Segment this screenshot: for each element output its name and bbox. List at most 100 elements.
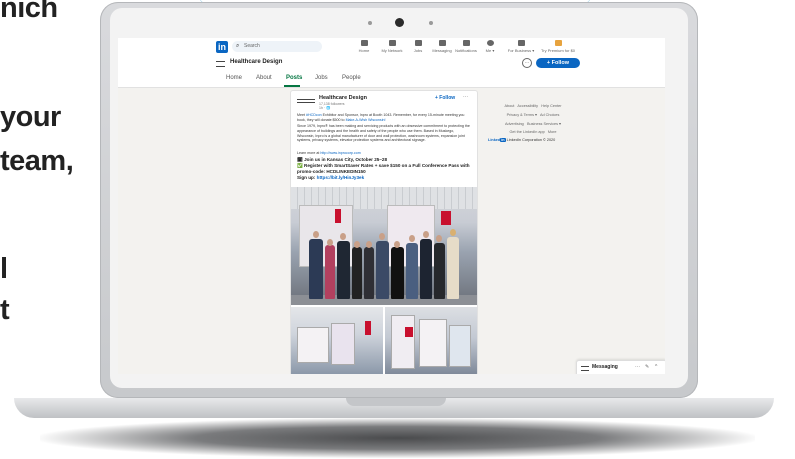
photo-person-head: [327, 239, 333, 246]
post-paragraph-1: Meet #HCDcon Exhibitor and Sponsor, Inpr…: [297, 113, 471, 123]
tab-home[interactable]: Home: [226, 75, 242, 81]
network-icon: [388, 40, 396, 46]
company-more-button[interactable]: ···: [522, 58, 532, 68]
company-follow-button[interactable]: + Follow: [536, 58, 580, 68]
photo-person: [337, 241, 350, 299]
post-paragraph-2: Since 1979, Inpro® has been making and s…: [297, 124, 470, 143]
photo-red-sign-2: [441, 211, 451, 225]
nav-messaging[interactable]: Messaging: [430, 40, 454, 53]
post-learn-more-pre: Learn more at: [297, 151, 321, 155]
post-paragraph-1-pre: Meet: [297, 113, 306, 117]
footer-adchoices-link[interactable]: Ad Choices: [540, 113, 559, 117]
footer-about-link[interactable]: About: [504, 104, 514, 108]
post-photo-booth[interactable]: [291, 307, 477, 374]
footer-getapp-link[interactable]: Get the LinkedIn app: [509, 130, 544, 134]
photo-red-sign: [335, 209, 341, 223]
grid-icon: [517, 40, 525, 46]
avatar-icon: [486, 40, 494, 46]
footer-advertising-link[interactable]: Advertising: [505, 122, 524, 126]
nav-for-business-label: For Business ▾: [507, 48, 535, 53]
photo-person-head: [450, 229, 456, 236]
nav-messaging-label: Messaging: [432, 48, 452, 53]
tab-jobs[interactable]: Jobs: [315, 75, 328, 81]
search-input[interactable]: ⌕ Search: [232, 41, 322, 52]
tab-people[interactable]: People: [342, 75, 361, 81]
footer-row-4: Get the LinkedIn app More: [488, 130, 578, 134]
footer-business-link[interactable]: Business Services ▾: [527, 122, 561, 126]
footer-row-3: Advertising Business Services ▾: [488, 121, 578, 126]
post-inpro-link[interactable]: http://www.inprocorp.com: [320, 151, 360, 155]
footer-more-link[interactable]: More: [548, 130, 557, 134]
post-signup-line: Sign up: https://bit.ly/HinJy3ek: [297, 175, 471, 181]
footer-copyright: Linkedin LinkedIn Corporation © 2020: [488, 138, 578, 142]
photo-person: [391, 247, 404, 299]
company-logo-icon: [216, 61, 225, 67]
nav-jobs-label: Jobs: [413, 48, 423, 53]
footer-row-2: Privacy & Terms ▾ Ad Choices: [488, 112, 578, 117]
post-follow-button[interactable]: + Follow: [435, 95, 455, 101]
post-card: Healthcare Design 17,138 followers 1h · …: [290, 90, 478, 374]
side-text-line-2: your: [0, 101, 61, 133]
post-hashtag-link[interactable]: #HCDcon: [306, 113, 322, 117]
photo-person-head: [366, 241, 372, 248]
photo-person-head: [354, 241, 360, 248]
photo-person: [364, 247, 374, 299]
footer-row-1: About Accessibility Help Center: [488, 104, 578, 108]
post-makeawish-link[interactable]: Make-A-Wish Wisconsin!: [346, 118, 386, 122]
post-learn-more: Learn more at http://www.inprocorp.com: [297, 151, 471, 156]
nav-home[interactable]: Home: [352, 40, 376, 53]
photo-person: [309, 239, 323, 299]
messaging-panel[interactable]: Messaging ··· ✎ ^: [576, 360, 665, 374]
post-more-button[interactable]: ···: [463, 94, 468, 100]
photo-person-head: [409, 235, 415, 242]
nav-my-network[interactable]: My Network: [380, 40, 404, 53]
post-signup-link[interactable]: https://bit.ly/HinJy3ek: [317, 175, 364, 180]
messaging-avatar-icon: [581, 366, 589, 371]
sensor-dot-right: [429, 21, 433, 25]
messaging-more-icon[interactable]: ···: [635, 364, 640, 370]
nav-premium[interactable]: Try Premium for $0: [538, 40, 578, 53]
footer-privacy-link[interactable]: Privacy & Terms ▾: [507, 113, 537, 117]
nav-notifications-label: Notifications: [455, 48, 477, 53]
company-tabs: Home About Posts Jobs People: [118, 71, 665, 88]
photo-person: [434, 243, 445, 299]
nav-for-business[interactable]: For Business ▾: [506, 40, 536, 53]
search-placeholder: Search: [244, 43, 260, 49]
nav-notifications[interactable]: Notifications: [454, 40, 478, 53]
active-tab-indicator: [284, 85, 300, 87]
nav-my-network-label: My Network: [381, 48, 403, 53]
photo-booth-wide: [291, 307, 385, 374]
nav-jobs[interactable]: Jobs: [406, 40, 430, 53]
jobs-icon: [414, 40, 422, 46]
photo-person: [447, 237, 459, 299]
laptop-screen: in ⌕ Search Home My Network Jobs Messagi…: [118, 38, 665, 374]
premium-icon: [554, 40, 562, 46]
photo-person: [376, 241, 389, 299]
side-text-line-5: t: [0, 294, 10, 326]
laptop-shadow: [40, 418, 755, 458]
photo-booth-detail: [385, 307, 477, 374]
messaging-expand-icon[interactable]: ^: [655, 364, 657, 370]
photo-person: [406, 243, 418, 299]
linkedin-logo-icon[interactable]: in: [216, 41, 228, 53]
photo-person: [325, 245, 335, 299]
post-signup-pre: Sign up:: [297, 175, 317, 180]
side-text-line-1: nich: [0, 0, 58, 24]
tab-about[interactable]: About: [256, 75, 272, 81]
photo-booth-panel: [449, 325, 471, 367]
photo-person-head: [394, 241, 400, 248]
photo-person-head: [340, 233, 346, 240]
post-photo-group[interactable]: [291, 187, 477, 305]
footer-linkedin-wordmark: Linked: [488, 138, 501, 142]
nav-me[interactable]: Me ▾: [478, 40, 502, 53]
footer-accessibility-link[interactable]: Accessibility: [517, 104, 538, 108]
sensor-dot-left: [368, 21, 372, 25]
side-text-line-4: l: [0, 253, 8, 285]
messaging-compose-icon[interactable]: ✎: [645, 364, 649, 370]
post-author-name[interactable]: Healthcare Design: [319, 95, 367, 101]
photo-person: [420, 239, 432, 299]
company-name: Healthcare Design: [230, 59, 283, 65]
footer-help-link[interactable]: Help Center: [541, 104, 561, 108]
laptop-base-notch: [346, 398, 446, 406]
tab-posts[interactable]: Posts: [286, 75, 302, 81]
